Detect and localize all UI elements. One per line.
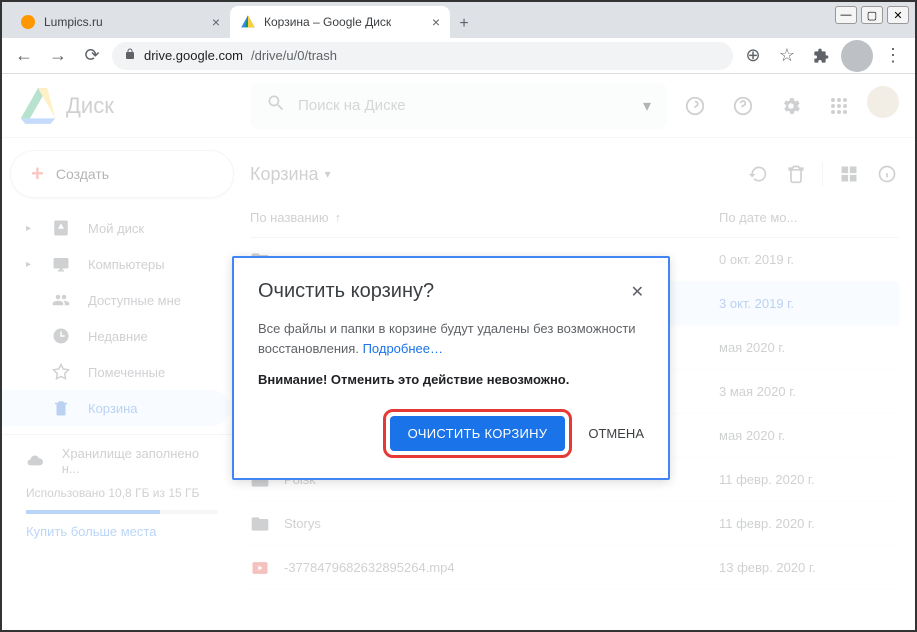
bookmark-icon[interactable]: ☆ <box>773 42 801 70</box>
cancel-button[interactable]: ОТМЕНА <box>588 426 644 441</box>
address-bar[interactable]: drive.google.com/drive/u/0/trash <box>112 42 733 70</box>
close-window-button[interactable]: ✕ <box>887 6 909 24</box>
tab-favicon-icon <box>240 14 256 30</box>
tab-title: Lumpics.ru <box>44 15 103 29</box>
confirm-empty-trash-button[interactable]: ОЧИСТИТЬ КОРЗИНУ <box>390 416 566 451</box>
maximize-button[interactable]: ▢ <box>861 6 883 24</box>
empty-trash-dialog: Очистить корзину? ✕ Все файлы и папки в … <box>232 256 670 480</box>
back-button[interactable]: ← <box>10 42 38 70</box>
dialog-title: Очистить корзину? <box>258 280 434 303</box>
browser-toolbar: ← → ⟳ drive.google.com/drive/u/0/trash ⊕… <box>2 38 915 74</box>
browser-avatar[interactable] <box>841 40 873 72</box>
zoom-icon[interactable]: ⊕ <box>739 42 767 70</box>
minimize-button[interactable]: — <box>835 6 857 24</box>
learn-more-link[interactable]: Подробнее… <box>363 341 443 356</box>
dialog-close-button[interactable]: ✕ <box>631 282 644 302</box>
url-domain: drive.google.com <box>144 48 243 63</box>
browser-tab-strip: Lumpics.ru × Корзина – Google Диск × + <box>2 2 915 38</box>
forward-button[interactable]: → <box>44 42 72 70</box>
tab-favicon-icon <box>20 14 36 30</box>
new-tab-button[interactable]: + <box>450 10 478 38</box>
tab-title: Корзина – Google Диск <box>264 15 391 29</box>
browser-tab[interactable]: Корзина – Google Диск × <box>230 6 450 38</box>
dialog-warning: Внимание! Отменить это действие невозмож… <box>258 372 644 387</box>
lock-icon <box>124 48 136 63</box>
browser-menu-icon[interactable]: ⋮ <box>879 42 907 70</box>
highlight-annotation: ОЧИСТИТЬ КОРЗИНУ <box>383 409 573 458</box>
dialog-body: Все файлы и папки в корзине будут удален… <box>258 319 644 358</box>
reload-button[interactable]: ⟳ <box>78 42 106 70</box>
tab-close-icon[interactable]: × <box>432 14 440 30</box>
tab-close-icon[interactable]: × <box>212 14 220 30</box>
window-controls: — ▢ ✕ <box>835 6 909 24</box>
url-path: /drive/u/0/trash <box>251 48 337 63</box>
browser-tab[interactable]: Lumpics.ru × <box>10 6 230 38</box>
extensions-icon[interactable] <box>807 42 835 70</box>
